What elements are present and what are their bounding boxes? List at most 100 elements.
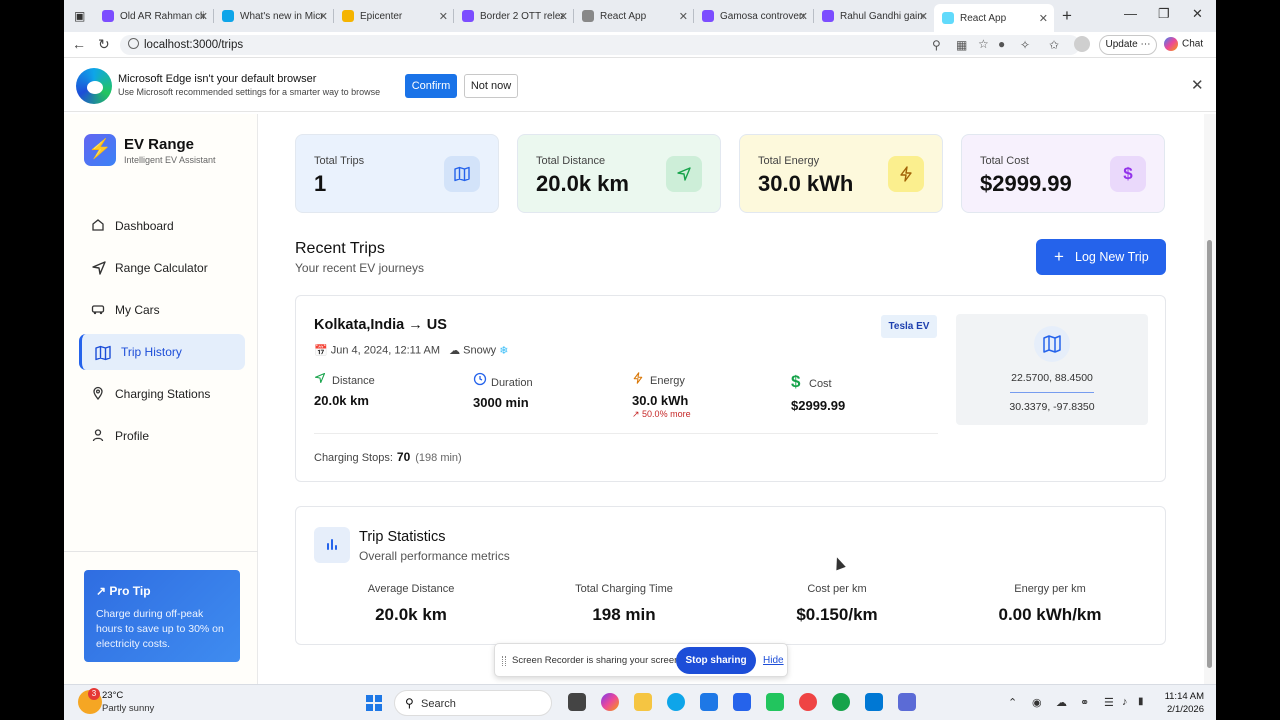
sidebar-item-dashboard[interactable]: Dashboard	[79, 208, 245, 244]
browser-tab[interactable]: React App ✕	[574, 4, 694, 28]
sidebar-item-my-cars[interactable]: My Cars	[79, 292, 245, 328]
tab-title: Rahul Gandhi gains	[840, 10, 924, 22]
stat-value: $2999.99	[980, 171, 1072, 196]
metric-label-row: Duration	[473, 372, 623, 389]
tab-favicon-icon	[942, 12, 954, 24]
screen-recorder-icon[interactable]	[898, 693, 916, 711]
scrollbar-thumb[interactable]	[1207, 240, 1212, 668]
tab-close-icon[interactable]: ✕	[1039, 12, 1048, 25]
browser-tab[interactable]: Gamosa controversy ✕	[694, 4, 814, 28]
url-text[interactable]: localhost:3000/trips	[144, 39, 243, 51]
navigation-icon	[314, 372, 326, 387]
extensions-icon[interactable]: ✧	[1020, 38, 1030, 52]
weather-badge: 3	[88, 688, 100, 700]
window-close-button[interactable]: ✕	[1192, 6, 1203, 22]
battery-icon[interactable]: ▮	[1138, 696, 1144, 707]
new-tab-button[interactable]: +	[1062, 6, 1072, 26]
browser-tab[interactable]: Rahul Gandhi gains ✕	[814, 4, 934, 28]
tab-favicon-icon	[462, 10, 474, 22]
weather-temp[interactable]: 23°C	[102, 690, 123, 701]
dollar-icon: $	[791, 372, 801, 391]
file-explorer-icon[interactable]	[634, 693, 652, 711]
tab-close-icon[interactable]: ✕	[319, 10, 328, 23]
charging-stops-label: Charging Stops:	[314, 452, 393, 464]
microphone-icon[interactable]: ⚭	[1080, 696, 1089, 709]
tab-close-icon[interactable]: ✕	[679, 10, 688, 23]
not-now-button[interactable]: Not now	[464, 74, 518, 98]
tab-close-icon[interactable]: ✕	[919, 10, 928, 23]
edge-app-icon[interactable]	[667, 693, 685, 711]
mail-icon[interactable]	[733, 693, 751, 711]
system-clock[interactable]: 11:14 AM 2/1/2026	[1144, 690, 1204, 716]
minimize-button[interactable]: —	[1124, 6, 1137, 21]
metric-label: Cost	[809, 378, 832, 390]
confirm-button[interactable]: Confirm	[405, 74, 457, 98]
scrollbar[interactable]	[1204, 114, 1216, 684]
app-title: EV Range	[124, 136, 195, 153]
tab-title: Old AR Rahman clip	[120, 10, 204, 22]
wifi-icon[interactable]: ☰	[1104, 696, 1114, 709]
drag-handle-icon[interactable]	[502, 656, 506, 666]
tab-close-icon[interactable]: ✕	[439, 10, 448, 23]
browser-tab[interactable]: Border 2 OTT releas ✕	[454, 4, 574, 28]
back-icon[interactable]: ←	[72, 36, 86, 52]
tab-favicon-icon	[822, 10, 834, 22]
key-icon[interactable]: ⚲	[932, 38, 941, 52]
tab-close-icon[interactable]: ✕	[559, 10, 568, 23]
chrome-icon[interactable]	[799, 693, 817, 711]
charging-time: (198 min)	[415, 452, 462, 464]
sidebar-item-range-calculator[interactable]: Range Calculator	[79, 250, 245, 286]
copilot-app-icon[interactable]	[601, 693, 619, 711]
vscode-icon[interactable]	[865, 693, 883, 711]
log-new-trip-button[interactable]: + Log New Trip	[1036, 239, 1166, 275]
weather-condition[interactable]: Partly sunny	[102, 703, 154, 714]
maximize-button[interactable]: ❐	[1158, 6, 1170, 22]
hide-link[interactable]: Hide	[763, 655, 784, 666]
address-bar-row: ← ↻ localhost:3000/trips ⚲ ▦ ☆ ● ✧ ✩ Upd…	[64, 32, 1216, 58]
onedrive-icon[interactable]: ☁	[1056, 696, 1067, 709]
tab-close-icon[interactable]: ✕	[199, 10, 208, 23]
browser-tab[interactable]: React App ✕	[934, 4, 1054, 32]
tab-strip: Old AR Rahman clip ✕ What's new in Micro ✕ E…	[64, 0, 1216, 32]
sidebar-item-trip-history[interactable]: Trip History	[79, 334, 245, 370]
browser-tab[interactable]: Old AR Rahman clip ✕	[94, 4, 214, 28]
browser-tab[interactable]: Epicenter ✕	[334, 4, 454, 28]
tray-app-icon[interactable]: ◉	[1032, 696, 1042, 709]
metric-value: 3000 min	[473, 395, 529, 410]
tab-title: Gamosa controversy	[720, 10, 804, 22]
favorite-star-icon[interactable]: ☆	[978, 37, 989, 51]
chevron-up-icon[interactable]: ⌃	[1008, 696, 1017, 709]
address-bar[interactable]: localhost:3000/trips ⚲ ▦ ☆ ●	[120, 35, 1080, 55]
favorites-icon[interactable]: ✩	[1049, 38, 1059, 52]
stat-label: Cost per km	[807, 583, 867, 595]
sidebar-item-profile[interactable]: Profile	[79, 418, 245, 454]
tab-favicon-icon	[702, 10, 714, 22]
task-view-icon[interactable]	[568, 693, 586, 711]
copilot-chat-button[interactable]: Chat	[1164, 37, 1203, 51]
refresh-icon[interactable]: ↻	[98, 36, 110, 53]
start-button-icon[interactable]	[366, 695, 382, 711]
tab-actions-icon[interactable]: ▣	[70, 4, 90, 28]
home-icon	[91, 218, 105, 232]
chrome-profile-icon[interactable]	[832, 693, 850, 711]
trip-date: Jun 4, 2024, 12:11 AM	[330, 344, 441, 357]
map-icon	[444, 156, 480, 192]
sidebar-item-charging-stations[interactable]: Charging Stations	[79, 376, 245, 412]
volume-icon[interactable]: ♪	[1122, 696, 1128, 708]
profile-avatar-icon[interactable]	[1074, 36, 1090, 52]
bolt-logo-icon: ⚡	[84, 134, 116, 166]
update-button[interactable]: Update ⋯	[1099, 35, 1157, 55]
metric-label: Duration	[491, 377, 533, 389]
browser-tab[interactable]: What's new in Micro ✕	[214, 4, 334, 28]
site-info-icon[interactable]	[128, 38, 139, 49]
taskbar-search[interactable]: ⚲ Search	[394, 690, 552, 716]
trip-card[interactable]: Kolkata,India → US Tesla EV 📅 Jun 4, 202…	[295, 295, 1166, 482]
stop-sharing-button[interactable]: Stop sharing	[676, 647, 756, 674]
store-icon[interactable]	[700, 693, 718, 711]
apps-icon[interactable]: ▦	[956, 38, 967, 52]
tab-close-icon[interactable]: ✕	[799, 10, 808, 23]
banner-close-icon[interactable]: ✕	[1191, 76, 1204, 94]
tab-separator	[453, 9, 454, 23]
network-app-icon[interactable]	[766, 693, 784, 711]
location-icon[interactable]: ●	[998, 37, 1005, 51]
